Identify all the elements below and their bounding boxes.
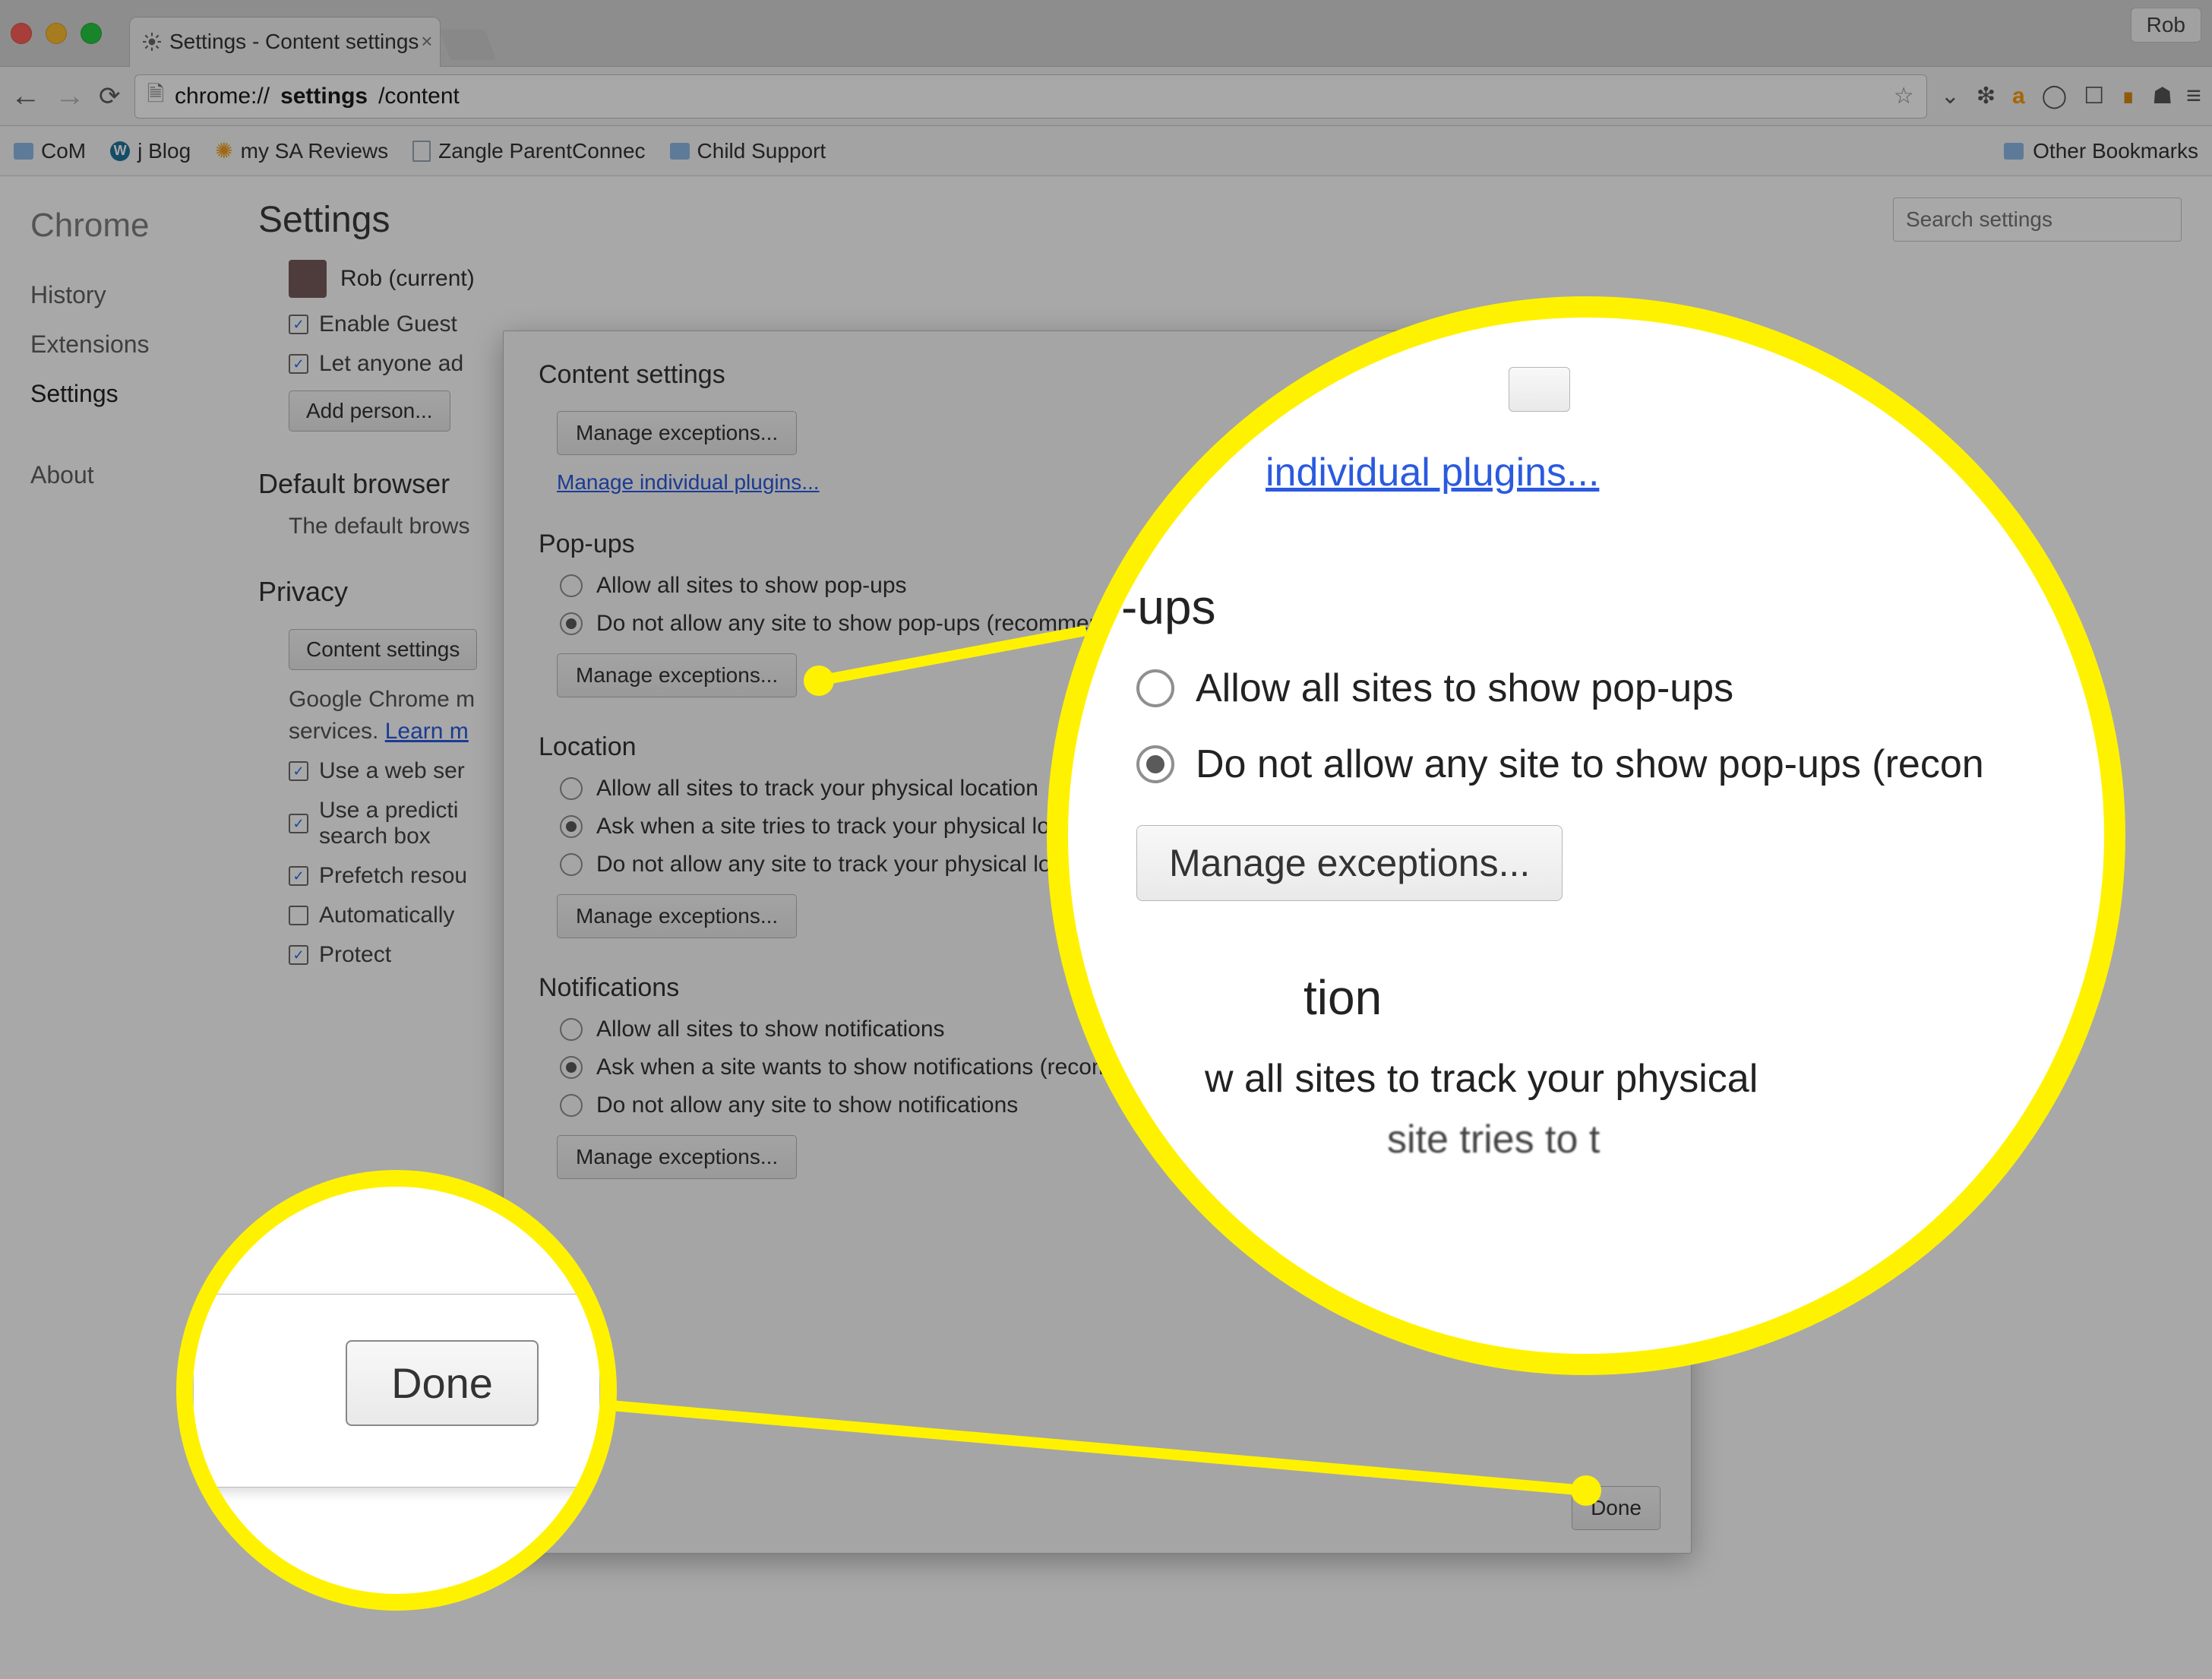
- notif-ask-option[interactable]: Ask when a site wants to show notificati…: [560, 1055, 1656, 1080]
- nav-history[interactable]: History: [30, 281, 198, 309]
- bookmark-com[interactable]: CoM: [14, 139, 86, 163]
- manage-plugins-link[interactable]: Manage individual plugins...: [557, 470, 820, 495]
- extension-icons: ⌄ ❇ a ◯ ☐ ∎ ☗: [1941, 83, 2172, 109]
- wordpress-icon: W: [110, 141, 130, 161]
- font-size-label: Font size:: [289, 1416, 387, 1442]
- popups-block-option[interactable]: Do not allow any site to show pop-ups (r…: [560, 611, 1656, 637]
- checkbox-icon: ✓: [289, 315, 308, 334]
- page-title: Settings: [258, 199, 390, 241]
- radio-icon: [560, 612, 583, 635]
- checkbox-icon: ✓: [289, 354, 308, 374]
- popups-manage-exceptions-button[interactable]: Manage exceptions...: [557, 653, 797, 697]
- url-scheme: chrome://: [175, 84, 270, 109]
- window-controls: [11, 23, 102, 44]
- url-path: /content: [378, 84, 460, 109]
- location-block-option[interactable]: Do not allow any site to track your phys…: [560, 852, 1656, 877]
- bookmark-star-icon[interactable]: ☆: [1894, 83, 1914, 109]
- bookmark-jblog[interactable]: Wj Blog: [110, 139, 191, 163]
- star-icon: ✺: [215, 138, 232, 163]
- notifications-heading: Notifications: [539, 973, 1656, 1003]
- nav-extensions[interactable]: Extensions: [30, 330, 198, 359]
- ghost-icon[interactable]: ☗: [2152, 83, 2172, 109]
- search-settings-input[interactable]: [1893, 198, 2182, 242]
- done-button[interactable]: Done: [1572, 1486, 1661, 1530]
- folder-icon: [670, 143, 690, 160]
- location-ask-option[interactable]: Ask when a site tries to track your phys…: [560, 814, 1656, 840]
- manage-exceptions-button[interactable]: Manage exceptions...: [557, 411, 797, 455]
- learn-more-link[interactable]: Learn m: [385, 719, 469, 744]
- notif-manage-exceptions-button[interactable]: Manage exceptions...: [557, 1135, 797, 1179]
- page-icon: 🗎: [147, 78, 165, 115]
- profile-row[interactable]: Rob (current): [289, 260, 2182, 298]
- content-settings-button[interactable]: Content settings: [289, 629, 477, 670]
- tab-title: Settings - Content settings: [169, 30, 419, 54]
- reload-button[interactable]: ⟳: [99, 81, 121, 112]
- nav-about[interactable]: About: [30, 461, 198, 489]
- window-titlebar: Settings - Content settings × Rob: [0, 0, 2212, 67]
- add-person-button[interactable]: Add person...: [289, 391, 450, 432]
- popups-allow-option[interactable]: Allow all sites to show pop-ups: [560, 573, 1656, 599]
- cast-icon[interactable]: ☐: [2084, 83, 2104, 109]
- zoom-window-icon[interactable]: [81, 23, 102, 44]
- bookmark-childsupport[interactable]: Child Support: [670, 139, 826, 163]
- bookmark-zangle[interactable]: Zangle ParentConnec: [412, 139, 645, 163]
- settings-left-nav: Chrome History Extensions Settings About: [0, 176, 228, 1679]
- forward-button[interactable]: →: [55, 79, 85, 113]
- notif-allow-option[interactable]: Allow all sites to show notifications: [560, 1017, 1656, 1042]
- amazon-icon[interactable]: a: [2012, 84, 2025, 109]
- address-bar[interactable]: 🗎 chrome:// settings/content ☆: [134, 74, 1927, 119]
- location-allow-option[interactable]: Allow all sites to track your physical l…: [560, 776, 1656, 802]
- avatar: [289, 260, 327, 298]
- other-bookmarks[interactable]: Other Bookmarks: [2004, 139, 2198, 163]
- chrome-brand: Chrome: [30, 207, 198, 245]
- page-icon: [412, 141, 431, 162]
- nav-settings[interactable]: Settings: [30, 380, 198, 408]
- close-tab-icon[interactable]: ×: [421, 30, 432, 53]
- location-manage-exceptions-button[interactable]: Manage exceptions...: [557, 894, 797, 938]
- radio-icon: [560, 574, 583, 597]
- bookmarks-bar: CoM Wj Blog ✺my SA Reviews Zangle Parent…: [0, 126, 2212, 176]
- url-host: settings: [280, 84, 368, 109]
- modal-title: Content settings: [539, 360, 1656, 390]
- popups-heading: Pop-ups: [539, 530, 1656, 559]
- menu-icon[interactable]: ≡: [2186, 81, 2201, 111]
- browser-tab[interactable]: Settings - Content settings ×: [129, 17, 441, 67]
- onepassword-icon[interactable]: ∎: [2121, 83, 2135, 109]
- content-settings-modal: Content settings Manage exceptions... Ma…: [503, 330, 1692, 1554]
- bookmark-sa[interactable]: ✺my SA Reviews: [215, 138, 388, 163]
- close-window-icon[interactable]: [11, 23, 32, 44]
- new-tab-button[interactable]: [440, 30, 497, 60]
- location-heading: Location: [539, 732, 1656, 762]
- profile-button[interactable]: Rob: [2131, 8, 2201, 43]
- back-button[interactable]: ←: [11, 79, 41, 113]
- browser-toolbar: ← → ⟳ 🗎 chrome:// settings/content ☆ ⌄ ❇ …: [0, 67, 2212, 126]
- folder-icon: [14, 143, 33, 160]
- gear-icon: [142, 32, 162, 52]
- notif-block-option[interactable]: Do not allow any site to show notificati…: [560, 1092, 1656, 1118]
- folder-icon: [2004, 143, 2024, 160]
- evernote-icon[interactable]: ❇: [1977, 83, 1996, 109]
- circle-icon[interactable]: ◯: [2042, 83, 2068, 109]
- minimize-window-icon[interactable]: [46, 23, 67, 44]
- pocket-icon[interactable]: ⌄: [1941, 83, 1960, 109]
